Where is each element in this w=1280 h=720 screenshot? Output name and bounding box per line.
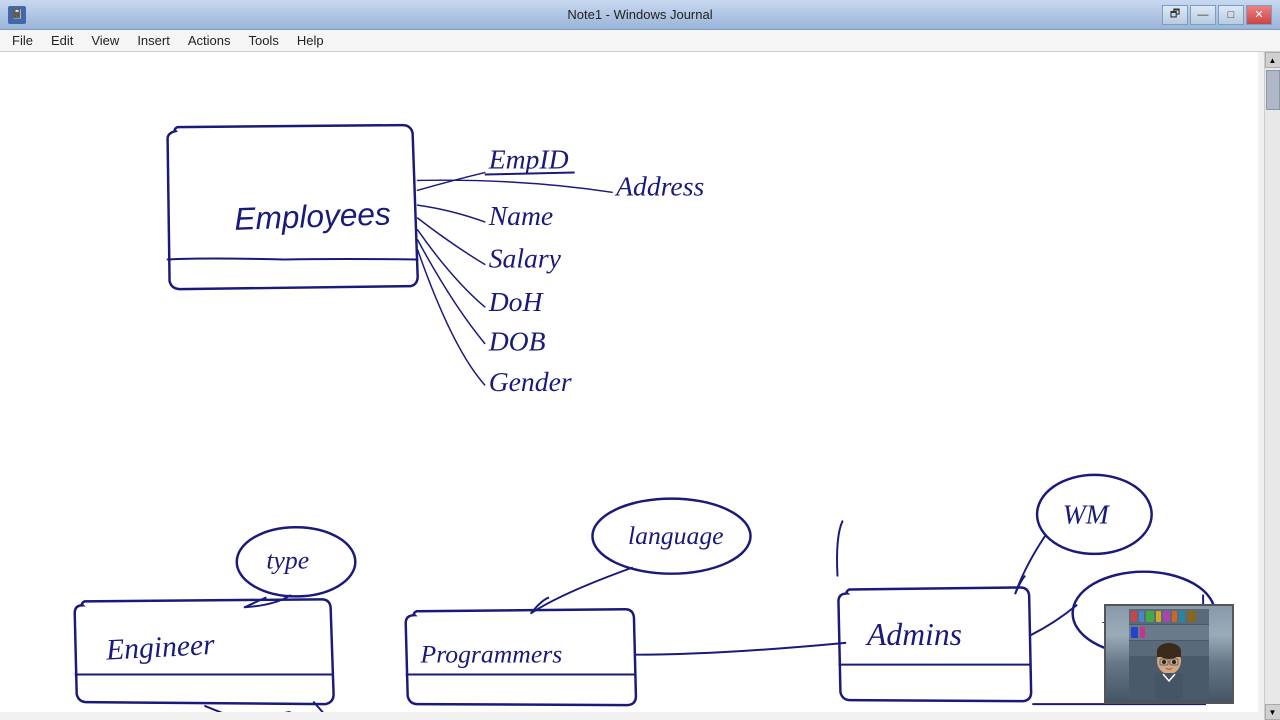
svg-text:Salary: Salary [489, 242, 562, 273]
svg-text:type: type [266, 546, 309, 575]
webcam-person [1106, 606, 1232, 702]
main-area: Employees EmpID Address Name Salary DoH … [0, 52, 1280, 720]
titlebar: 📓 Note1 - Windows Journal 🗗 — □ ✕ [0, 0, 1280, 30]
svg-text:DoH: DoH [488, 286, 545, 317]
close-button[interactable]: ✕ [1246, 5, 1272, 25]
scroll-down-button[interactable]: ▼ [1265, 704, 1280, 720]
title-text: Note1 - Windows Journal [567, 7, 712, 22]
menu-edit[interactable]: Edit [43, 31, 81, 50]
maximize-button[interactable]: □ [1218, 5, 1244, 25]
canvas-area[interactable]: Employees EmpID Address Name Salary DoH … [0, 52, 1258, 712]
svg-text:language: language [628, 521, 724, 550]
app-icon: 📓 [8, 6, 26, 24]
svg-text:DOB: DOB [488, 325, 546, 356]
menu-view[interactable]: View [83, 31, 127, 50]
restore-button[interactable]: 🗗 [1162, 5, 1188, 25]
menubar: File Edit View Insert Actions Tools Help [0, 30, 1280, 52]
titlebar-left: 📓 [8, 6, 26, 24]
svg-text:Engineer: Engineer [104, 629, 216, 667]
minimize-button[interactable]: — [1190, 5, 1216, 25]
svg-text:Gender: Gender [489, 366, 572, 397]
menu-actions[interactable]: Actions [180, 31, 239, 50]
svg-text:WM: WM [1063, 498, 1111, 529]
webcam-overlay [1104, 604, 1234, 704]
window-controls: 🗗 — □ ✕ [1162, 5, 1272, 25]
svg-text:Name: Name [488, 200, 554, 231]
svg-text:Employees: Employees [234, 195, 392, 236]
scroll-thumb[interactable] [1266, 70, 1280, 110]
menu-file[interactable]: File [4, 31, 41, 50]
menu-insert[interactable]: Insert [129, 31, 178, 50]
drawing-canvas: Employees EmpID Address Name Salary DoH … [0, 52, 1258, 712]
svg-text:Admins: Admins [865, 617, 962, 652]
svg-text:Address: Address [614, 170, 704, 201]
scroll-up-button[interactable]: ▲ [1265, 52, 1280, 68]
svg-text:Programmers: Programmers [420, 640, 563, 669]
vertical-scrollbar[interactable]: ▲ ▼ [1264, 52, 1280, 720]
svg-text:EmpID: EmpID [488, 144, 569, 175]
menu-help[interactable]: Help [289, 31, 332, 50]
menu-tools[interactable]: Tools [240, 31, 286, 50]
